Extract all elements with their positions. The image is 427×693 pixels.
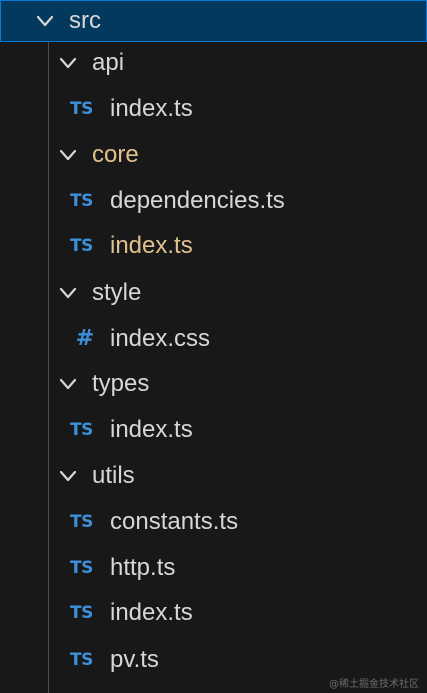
typescript-file-icon: TS	[70, 190, 93, 211]
chevron-down-icon[interactable]	[35, 11, 55, 31]
file-core-index-ts[interactable]: TS index.ts	[0, 225, 427, 267]
folder-types[interactable]: types	[0, 363, 427, 405]
file-core-dependencies-ts[interactable]: TS dependencies.ts	[0, 180, 427, 222]
typescript-file-icon: TS	[70, 511, 93, 532]
folder-src[interactable]: src	[0, 0, 427, 42]
file-label: constants.ts	[110, 508, 239, 535]
file-label: pv.ts	[110, 646, 159, 673]
file-types-index-ts[interactable]: TS index.ts	[0, 409, 427, 451]
typescript-file-icon: TS	[70, 235, 93, 256]
folder-style[interactable]: style	[0, 272, 427, 314]
typescript-file-icon: TS	[70, 602, 93, 623]
typescript-file-icon: TS	[70, 419, 93, 440]
chevron-down-icon[interactable]	[58, 283, 78, 303]
file-label: index.ts	[110, 232, 193, 259]
file-label: index.css	[110, 325, 211, 352]
file-utils-index-ts[interactable]: TS index.ts	[0, 592, 427, 634]
folder-label: api	[92, 49, 125, 76]
chevron-down-icon[interactable]	[58, 53, 78, 73]
typescript-file-icon: TS	[70, 557, 93, 578]
folder-utils[interactable]: utils	[0, 455, 427, 497]
watermark: @稀土掘金技术社区	[329, 679, 419, 690]
folder-label: core	[92, 141, 139, 168]
file-label: index.ts	[110, 95, 193, 122]
typescript-file-icon: TS	[70, 98, 93, 119]
file-label: index.ts	[110, 416, 193, 443]
file-utils-constants-ts[interactable]: TS constants.ts	[0, 501, 427, 543]
folder-label: utils	[92, 462, 135, 489]
file-utils-http-ts[interactable]: TS http.ts	[0, 547, 427, 589]
file-label: http.ts	[110, 554, 176, 581]
folder-core[interactable]: core	[0, 134, 427, 176]
file-label: index.ts	[110, 599, 193, 626]
file-explorer-tree: src api TS index.ts core TS dependencies…	[0, 0, 427, 693]
file-style-index-css[interactable]: # index.css	[0, 318, 427, 360]
folder-label: src	[69, 7, 101, 34]
css-file-icon: #	[75, 326, 95, 351]
file-label: dependencies.ts	[110, 187, 285, 214]
folder-api[interactable]: api	[0, 42, 427, 84]
chevron-down-icon[interactable]	[58, 145, 78, 165]
chevron-down-icon[interactable]	[58, 466, 78, 486]
file-api-index-ts[interactable]: TS index.ts	[0, 88, 427, 130]
folder-label: types	[92, 370, 150, 397]
chevron-down-icon[interactable]	[58, 374, 78, 394]
typescript-file-icon: TS	[70, 649, 93, 670]
folder-label: style	[92, 279, 142, 306]
